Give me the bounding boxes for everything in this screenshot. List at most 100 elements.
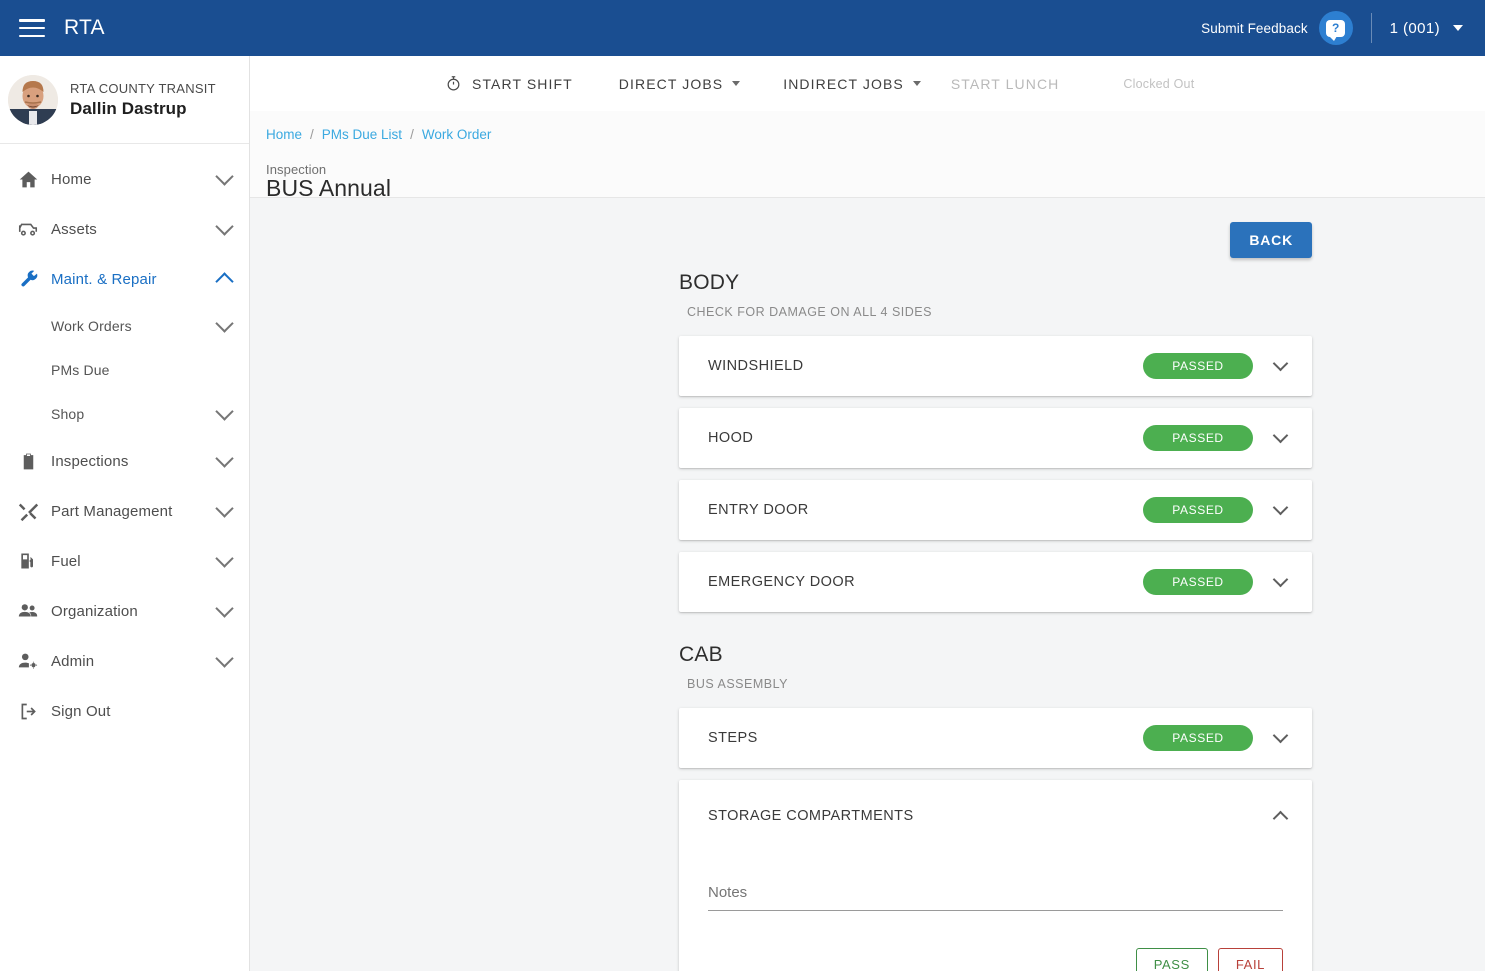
sidebar-item-part-management[interactable]: Part Management <box>0 486 249 536</box>
sidebar-item-home[interactable]: Home <box>0 154 249 204</box>
sidebar-item-label: Shop <box>51 406 85 422</box>
sidebar-item-maint-repair[interactable]: Maint. & Repair <box>0 254 249 304</box>
sign-out-icon <box>16 699 40 723</box>
inspection-item-header[interactable]: EMERGENCY DOOR PASSED <box>679 552 1312 612</box>
section-subtitle: BUS ASSEMBLY <box>687 677 788 691</box>
back-button[interactable]: BACK <box>1230 222 1312 258</box>
sidebar-item-label: PMs Due <box>51 362 110 378</box>
sidebar-item-shop[interactable]: Shop <box>0 392 249 436</box>
breadcrumb-item-work-order[interactable]: Work Order <box>422 127 492 142</box>
inspection-item-label: STORAGE COMPARTMENTS <box>708 808 914 824</box>
sidebar-item-inspections[interactable]: Inspections <box>0 436 249 486</box>
chevron-down-icon[interactable] <box>215 167 234 186</box>
shift-toolbar: START SHIFT DIRECT JOBS INDIRECT JOBS ST… <box>250 56 1485 111</box>
inspection-section-cab: CAB BUS ASSEMBLY STEPS PASSED STORAGE CO… <box>679 643 1312 971</box>
status-badge: PASSED <box>1143 425 1253 451</box>
breadcrumb-item-home[interactable]: Home <box>266 127 302 142</box>
fuel-pump-icon <box>16 549 40 573</box>
breadcrumb: Home / PMs Due List / Work Order <box>266 127 491 142</box>
start-shift-button[interactable]: START SHIFT <box>445 75 573 92</box>
vehicle-icon <box>16 217 40 241</box>
sidebar-item-label: Maint. & Repair <box>51 270 157 288</box>
breadcrumb-separator: / <box>310 127 314 142</box>
chevron-down-icon[interactable] <box>215 649 234 668</box>
chevron-down-icon[interactable] <box>1272 727 1289 744</box>
people-icon <box>16 599 40 623</box>
pass-button[interactable]: PASS <box>1135 948 1208 971</box>
header-right-group: Submit Feedback ? 1 (001) <box>1201 0 1485 56</box>
sidebar-item-organization[interactable]: Organization <box>0 586 249 636</box>
sidebar-item-label: Assets <box>51 220 97 238</box>
breadcrumb-separator: / <box>410 127 414 142</box>
app-brand-title: RTA <box>64 16 105 39</box>
user-gear-icon <box>16 649 40 673</box>
chevron-down-icon[interactable] <box>1272 571 1289 588</box>
clock-status-text: Clocked Out <box>1123 76 1195 91</box>
chevron-down-icon[interactable] <box>215 499 234 518</box>
help-chat-icon[interactable]: ? <box>1318 11 1353 45</box>
page-title: BUS Annual <box>266 175 392 201</box>
hamburger-icon[interactable] <box>19 19 45 37</box>
section-title: BODY <box>679 271 740 294</box>
main-content: BACK BODY CHECK FOR DAMAGE ON ALL 4 SIDE… <box>250 198 1485 971</box>
chevron-down-icon[interactable] <box>215 549 234 568</box>
notes-input[interactable] <box>708 880 1283 911</box>
chevron-down-icon[interactable] <box>1453 25 1463 31</box>
inspection-item-label: HOOD <box>708 430 754 446</box>
sidebar-item-label: Part Management <box>51 502 173 520</box>
submit-feedback-link[interactable]: Submit Feedback <box>1201 21 1308 36</box>
sidebar-item-admin[interactable]: Admin <box>0 636 249 686</box>
inspection-item-header[interactable]: WINDSHIELD PASSED <box>679 336 1312 396</box>
section-subtitle: CHECK FOR DAMAGE ON ALL 4 SIDES <box>687 305 932 319</box>
back-button-wrap: BACK <box>250 198 1485 258</box>
help-chat-icon-glyph: ? <box>1332 21 1340 35</box>
sidebar-item-work-orders[interactable]: Work Orders <box>0 304 249 348</box>
section-title: CAB <box>679 643 723 666</box>
sidebar-profile[interactable]: RTA COUNTY TRANSIT Dallin Dastrup <box>0 56 249 144</box>
sidebar-item-label: Home <box>51 170 92 188</box>
inspection-section-body: BODY CHECK FOR DAMAGE ON ALL 4 SIDES WIN… <box>679 271 1312 612</box>
sidebar-item-pms-due[interactable]: PMs Due <box>0 348 249 392</box>
chevron-down-icon[interactable] <box>215 314 234 333</box>
account-menu-label[interactable]: 1 (001) <box>1390 20 1440 37</box>
inspection-item-card: STEPS PASSED <box>679 708 1312 768</box>
chevron-down-icon[interactable] <box>1272 499 1289 516</box>
sidebar-item-label: Inspections <box>51 452 129 470</box>
fail-button[interactable]: FAIL <box>1217 948 1283 971</box>
inspection-item-list: STEPS PASSED STORAGE COMPARTMENTS Notes … <box>679 708 1312 971</box>
breadcrumb-item-pms-due-list[interactable]: PMs Due List <box>322 127 402 142</box>
header-divider <box>1370 13 1372 43</box>
chevron-down-icon[interactable] <box>215 599 234 618</box>
chevron-up-icon[interactable] <box>215 271 234 291</box>
chevron-down-icon[interactable] <box>215 217 234 236</box>
sidebar-item-assets[interactable]: Assets <box>0 204 249 254</box>
chevron-down-icon[interactable] <box>1272 427 1289 444</box>
indirect-jobs-label: INDIRECT JOBS <box>783 75 904 92</box>
pass-fail-row: PASS FAIL <box>708 948 1283 971</box>
inspection-item-label: EMERGENCY DOOR <box>708 574 856 590</box>
inspection-item-label: ENTRY DOOR <box>708 502 809 518</box>
inspection-item-label: STEPS <box>708 730 758 746</box>
chevron-down-icon[interactable] <box>215 402 234 421</box>
indirect-jobs-button[interactable]: INDIRECT JOBS <box>783 76 921 92</box>
inspection-item-label: WINDSHIELD <box>708 358 804 374</box>
inspection-item-header[interactable]: STORAGE COMPARTMENTS <box>679 780 1312 852</box>
notes-field <box>708 880 1283 911</box>
inspection-item-card: EMERGENCY DOOR PASSED <box>679 552 1312 612</box>
user-name: Dallin Dastrup <box>70 99 187 118</box>
sidebar-item-fuel[interactable]: Fuel <box>0 536 249 586</box>
inspection-item-header[interactable]: HOOD PASSED <box>679 408 1312 468</box>
stopwatch-icon <box>445 75 462 92</box>
inspection-item-header[interactable]: ENTRY DOOR PASSED <box>679 480 1312 540</box>
chevron-down-icon[interactable] <box>1272 355 1289 372</box>
sidebar-nav: Home Assets Maint. & Repair Work Orders <box>0 144 249 736</box>
inspection-item-header[interactable]: STEPS PASSED <box>679 708 1312 768</box>
page-title-block: Home / PMs Due List / Work Order Inspect… <box>250 111 1485 201</box>
direct-jobs-button[interactable]: DIRECT JOBS <box>619 76 741 92</box>
chevron-up-icon[interactable] <box>1272 810 1289 826</box>
top-header-bar: RTA Submit Feedback ? 1 (001) <box>0 0 1485 56</box>
chevron-down-icon[interactable] <box>215 449 234 468</box>
inspection-item-body: PASS FAIL <box>679 880 1312 971</box>
inspection-item-list: WINDSHIELD PASSED HOOD PASSED ENTRY DOOR <box>679 336 1312 612</box>
sidebar-item-sign-out[interactable]: Sign Out <box>0 686 249 736</box>
